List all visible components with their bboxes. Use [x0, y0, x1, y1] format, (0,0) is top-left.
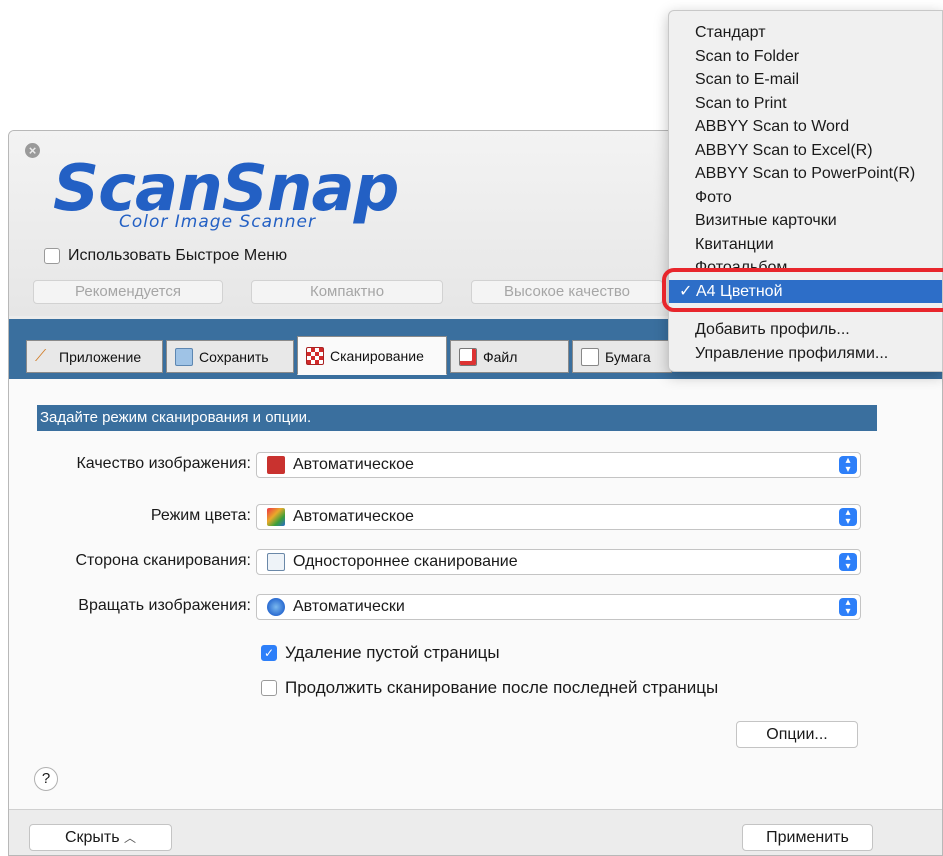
image-quality-icon	[267, 456, 285, 474]
logo-subtitle: Color Image Scanner	[119, 212, 316, 232]
tab-file-label: Файл	[483, 348, 518, 365]
menu-item-profile[interactable]: Квитанции	[669, 233, 942, 257]
section-header: Задайте режим сканирования и опции.	[37, 405, 877, 431]
options-button[interactable]: Опции...	[736, 721, 858, 748]
apply-button[interactable]: Применить	[742, 824, 873, 851]
scan-side-select[interactable]: Одностороннее сканирование ▴ ▾	[256, 549, 861, 575]
image-quality-value: Автоматическое	[293, 456, 414, 473]
chevron-updown-icon[interactable]: ▴ ▾	[839, 598, 857, 617]
highlight-annotation	[662, 268, 943, 312]
file-icon	[459, 347, 477, 366]
tab-save-label: Сохранить	[199, 348, 269, 365]
close-icon[interactable]: ×	[25, 143, 40, 158]
rotate-label: Вращать изображения:	[78, 597, 251, 614]
blank-page-removal-label: Удаление пустой страницы	[285, 643, 500, 662]
image-quality-select[interactable]: Автоматическое ▴ ▾	[256, 452, 861, 478]
menu-item-profile[interactable]: ABBYY Scan to Word	[669, 115, 942, 139]
help-button[interactable]: ?	[34, 767, 58, 791]
profile-dropdown-menu: Стандарт Scan to Folder Scan to E-mail S…	[668, 10, 943, 372]
image-quality-label: Качество изображения:	[76, 455, 251, 472]
menu-item-profile[interactable]: Фото	[669, 186, 942, 210]
folder-icon	[175, 347, 193, 366]
menu-item-profile[interactable]: ABBYY Scan to Excel(R)	[669, 139, 942, 163]
rotate-icon	[267, 598, 285, 616]
menu-item-profile[interactable]: Scan to E-mail	[669, 68, 942, 92]
scan-icon	[306, 346, 324, 365]
color-mode-label: Режим цвета:	[150, 507, 251, 524]
hide-button[interactable]: Скрыть ︿	[29, 824, 172, 851]
preset-buttons: Рекомендуется Компактно Высокое качество	[33, 280, 663, 304]
continue-scanning-checkbox[interactable]	[261, 680, 277, 696]
continue-scanning-option[interactable]: Продолжить сканирование после последней …	[261, 678, 718, 698]
manage-profiles-menu-item[interactable]: Управление профилями...	[669, 342, 942, 366]
checkmark-icon[interactable]: ✓	[261, 645, 277, 661]
menu-item-profile[interactable]: Scan to Print	[669, 92, 942, 116]
tab-scanning-label: Сканирование	[330, 347, 424, 364]
menu-item-profile[interactable]: ABBYY Scan to PowerPoint(R)	[669, 162, 942, 186]
tab-file[interactable]: Файл	[450, 340, 569, 373]
chevron-updown-icon[interactable]: ▴ ▾	[839, 456, 857, 475]
menu-item-profile[interactable]: Scan to Folder	[669, 45, 942, 69]
tab-scanning[interactable]: Сканирование	[297, 336, 447, 375]
preset-recommended-button[interactable]: Рекомендуется	[33, 280, 223, 304]
chevron-up-icon: ︿	[124, 831, 137, 845]
scan-settings-panel: Задайте режим сканирования и опции. Каче…	[9, 379, 942, 809]
scan-side-icon	[267, 553, 285, 571]
chevron-updown-icon[interactable]: ▴ ▾	[839, 553, 857, 572]
blank-page-removal-option[interactable]: ✓ Удаление пустой страницы	[261, 643, 500, 663]
tab-save[interactable]: Сохранить	[166, 340, 294, 373]
add-profile-menu-item[interactable]: Добавить профиль...	[669, 318, 942, 342]
color-mode-icon	[267, 508, 285, 526]
tab-paper[interactable]: Бумага	[572, 340, 672, 373]
rotate-select[interactable]: Автоматически ▴ ▾	[256, 594, 861, 620]
hide-button-label: Скрыть	[64, 829, 120, 846]
paper-icon	[581, 347, 599, 366]
quick-menu-checkbox[interactable]	[44, 248, 60, 264]
color-mode-select[interactable]: Автоматическое ▴ ▾	[256, 504, 861, 530]
continue-scanning-label: Продолжить сканирование после последней …	[285, 678, 719, 697]
color-mode-value: Автоматическое	[293, 508, 414, 525]
tab-application[interactable]: ⟋ Приложение	[26, 340, 163, 373]
rotate-value: Автоматически	[293, 598, 405, 615]
tab-paper-label: Бумага	[605, 348, 651, 365]
menu-item-profile[interactable]: Стандарт	[669, 21, 942, 45]
quick-menu-option[interactable]: Использовать Быстрое Меню	[44, 247, 287, 265]
chevron-updown-icon[interactable]: ▴ ▾	[839, 508, 857, 527]
scan-side-label: Сторона сканирования:	[75, 552, 252, 569]
scan-side-value: Одностороннее сканирование	[293, 553, 518, 570]
quick-menu-label: Использовать Быстрое Меню	[68, 247, 288, 264]
preset-high-quality-button[interactable]: Высокое качество	[471, 280, 663, 304]
menu-item-profile[interactable]: Визитные карточки	[669, 209, 942, 233]
bottom-bar: Скрыть ︿ Применить	[9, 809, 942, 855]
application-icon: ⟋	[35, 347, 47, 365]
preset-compact-button[interactable]: Компактно	[251, 280, 443, 304]
tab-application-label: Приложение	[59, 348, 142, 365]
